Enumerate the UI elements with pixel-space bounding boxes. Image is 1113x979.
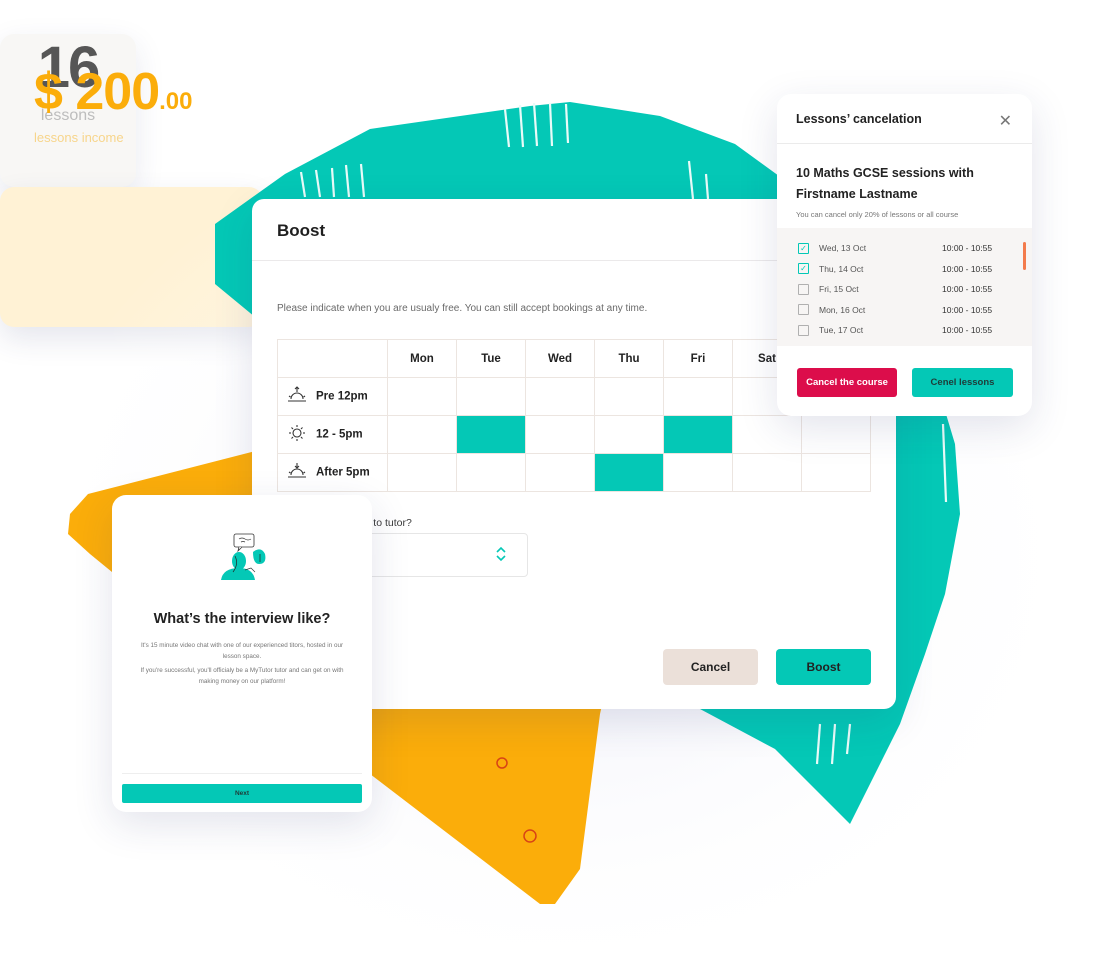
slot-row: After 5pm bbox=[277, 453, 871, 492]
interview-paragraph-2: If you're successful, you'll officialy b… bbox=[140, 667, 344, 685]
lesson-checkbox[interactable] bbox=[798, 283, 809, 295]
lesson-date: Wed, 13 Oct bbox=[819, 243, 867, 254]
slot-cell[interactable] bbox=[387, 415, 457, 454]
lesson-item[interactable]: Fri, 15 Oct 10:00 - 10:55 bbox=[777, 279, 1032, 300]
slot-cell[interactable] bbox=[663, 377, 733, 416]
lesson-checkbox[interactable] bbox=[798, 304, 809, 316]
day-header: Fri bbox=[663, 339, 733, 378]
slot-label: After 5pm bbox=[316, 466, 370, 479]
cancel-button[interactable]: Cancel bbox=[663, 649, 758, 685]
lesson-checkbox[interactable] bbox=[798, 324, 809, 336]
slot-cell[interactable] bbox=[456, 377, 526, 416]
lesson-time: 10:00 - 10:55 bbox=[942, 304, 993, 315]
lesson-date: Tue, 17 Oct bbox=[819, 325, 864, 336]
lesson-time: 10:00 - 10:55 bbox=[942, 263, 993, 274]
lesson-checkbox[interactable]: ✓ bbox=[798, 242, 809, 254]
lesson-time: 10:00 - 10:55 bbox=[942, 284, 993, 295]
slot-cell[interactable] bbox=[387, 453, 457, 492]
lesson-time: 10:00 - 10:55 bbox=[942, 325, 993, 336]
slot-label: Pre 12pm bbox=[316, 390, 368, 403]
day-header: Thu bbox=[594, 339, 664, 378]
chat-illustration-icon bbox=[215, 532, 271, 587]
select-chevron-icon bbox=[495, 546, 507, 567]
cancelation-rule: You can cancel only 20% of lessons or al… bbox=[796, 210, 959, 219]
slot-cell[interactable] bbox=[801, 415, 871, 454]
slot-cell[interactable] bbox=[663, 415, 733, 454]
lesson-time: 10:00 - 10:55 bbox=[942, 243, 993, 254]
income-amount: $ 200.00 bbox=[34, 62, 193, 122]
close-icon[interactable]: ✕ bbox=[999, 111, 1012, 131]
slot-cell[interactable] bbox=[387, 377, 457, 416]
next-button[interactable]: Next bbox=[122, 784, 362, 803]
slot-label-cell: 12 - 5pm bbox=[277, 415, 388, 454]
day-header: Tue bbox=[456, 339, 526, 378]
income-amount-cents: .00 bbox=[159, 88, 193, 115]
grid-corner bbox=[277, 339, 388, 378]
interview-title: What’s the interview like? bbox=[153, 611, 331, 627]
day-header: Wed bbox=[525, 339, 595, 378]
day-header: Mon bbox=[387, 339, 457, 378]
slot-cell[interactable] bbox=[801, 453, 871, 492]
lesson-item[interactable]: Mon, 16 Oct 10:00 - 10:55 bbox=[777, 300, 1032, 321]
slot-cell[interactable] bbox=[663, 453, 733, 492]
lessons-scrollbar[interactable] bbox=[1023, 242, 1026, 270]
boost-button[interactable]: Boost bbox=[776, 649, 871, 685]
interview-paragraph-1: It's 15 minute video chat with one of ou… bbox=[140, 642, 344, 660]
lesson-date: Thu, 14 Oct bbox=[819, 263, 864, 274]
interview-card: What’s the interview like? It's 15 minut… bbox=[112, 495, 372, 812]
lesson-date: Mon, 16 Oct bbox=[819, 304, 866, 315]
slot-row: 12 - 5pm bbox=[277, 415, 871, 454]
sun-icon bbox=[286, 424, 308, 445]
slot-cell[interactable] bbox=[732, 415, 802, 454]
income-label: lessons income bbox=[34, 130, 124, 145]
income-amount-main: $ 200 bbox=[34, 63, 160, 121]
sunrise-icon bbox=[286, 386, 308, 407]
lessons-list: ✓ Wed, 13 Oct 10:00 - 10:55 ✓ Thu, 14 Oct 10… bbox=[777, 228, 1032, 346]
cancelation-title: Lessons’ cancelation bbox=[777, 94, 1032, 144]
slot-label-cell: Pre 12pm bbox=[277, 377, 388, 416]
course-title: 10 Maths GCSE sessions with Firstname La… bbox=[796, 166, 974, 201]
slot-cell[interactable] bbox=[525, 453, 595, 492]
lesson-item[interactable]: Tue, 17 Oct 10:00 - 10:55 bbox=[777, 320, 1032, 341]
slot-cell[interactable] bbox=[594, 377, 664, 416]
lesson-item[interactable]: ✓ Thu, 14 Oct 10:00 - 10:55 bbox=[777, 259, 1032, 280]
divider bbox=[122, 773, 362, 774]
lesson-checkbox[interactable]: ✓ bbox=[798, 263, 809, 275]
slot-label: 12 - 5pm bbox=[316, 428, 363, 441]
lessons-cancelation-popup: Lessons’ cancelation ✕ 10 Maths GCSE ses… bbox=[777, 94, 1032, 416]
slot-cell[interactable] bbox=[456, 453, 526, 492]
boost-description: Please indicate when you are usualy free… bbox=[277, 303, 648, 314]
lesson-item[interactable]: ✓ Wed, 13 Oct 10:00 - 10:55 bbox=[777, 238, 1032, 259]
cancel-course-button[interactable]: Cancel the course bbox=[797, 368, 897, 397]
slot-cell[interactable] bbox=[594, 415, 664, 454]
slot-cell[interactable] bbox=[594, 453, 664, 492]
cancel-lessons-button[interactable]: Cenel lessons bbox=[912, 368, 1013, 397]
slot-cell[interactable] bbox=[525, 415, 595, 454]
slot-label-cell: After 5pm bbox=[277, 453, 388, 492]
slot-cell[interactable] bbox=[456, 415, 526, 454]
slot-cell[interactable] bbox=[732, 453, 802, 492]
slot-cell[interactable] bbox=[525, 377, 595, 416]
lesson-date: Fri, 15 Oct bbox=[819, 284, 859, 295]
sunset-icon bbox=[286, 462, 308, 483]
